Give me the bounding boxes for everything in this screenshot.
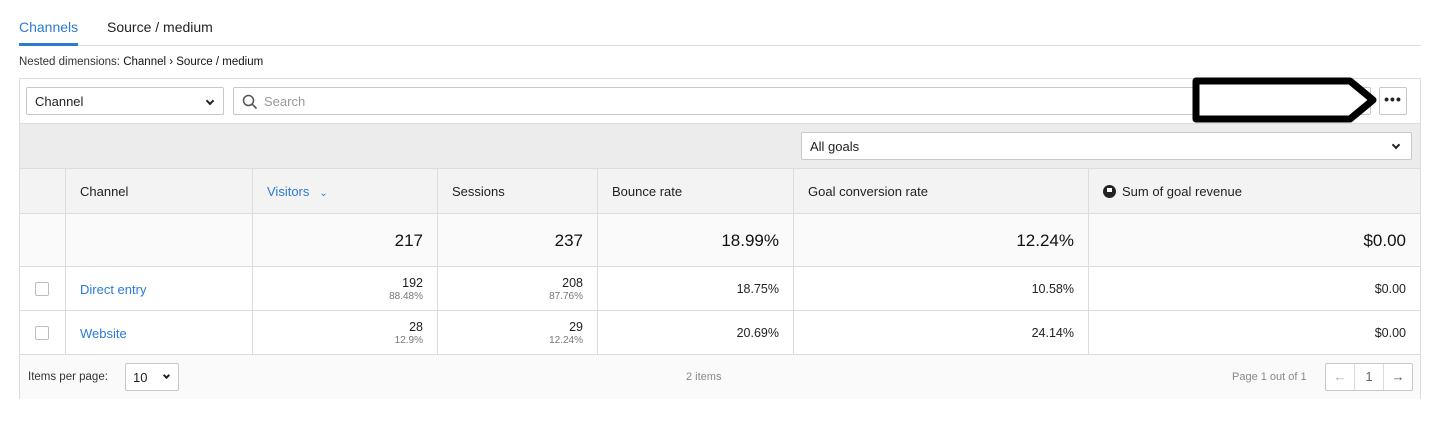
goal-revenue-value: $0.00 bbox=[1374, 326, 1406, 340]
channel-link[interactable]: Website bbox=[80, 326, 127, 341]
redaction-mark bbox=[1192, 77, 1377, 123]
row-checkbox[interactable] bbox=[35, 326, 49, 340]
header-visitors-label: Visitors bbox=[267, 184, 310, 199]
table-header: Channel Visitors ⌄ Sessions Bounce rate G… bbox=[20, 168, 1420, 213]
goal-conversion-value: 10.58% bbox=[1031, 282, 1074, 296]
totals-sessions-cell: 237 bbox=[437, 214, 597, 266]
tab-channels[interactable]: Channels bbox=[19, 19, 78, 35]
table-footer: Items per page: 10 2 items Page 1 out of… bbox=[20, 354, 1420, 399]
header-channel[interactable]: Channel bbox=[65, 169, 252, 213]
header-bounce-rate[interactable]: Bounce rate bbox=[597, 169, 793, 213]
totals-select-cell bbox=[20, 214, 65, 266]
row-conversion-cell: 24.14% bbox=[793, 311, 1088, 354]
row-revenue-cell: $0.00 bbox=[1088, 311, 1420, 354]
totals-visitors-cell: 217 bbox=[252, 214, 437, 266]
sessions-percent: 87.76% bbox=[549, 291, 583, 302]
table-row: Website 28 12.9% 29 12.24% 20.69% 24.14% $… bbox=[20, 310, 1420, 354]
row-visitors-cell: 28 12.9% bbox=[252, 311, 437, 354]
header-sum-goal-revenue-label: Sum of goal revenue bbox=[1122, 184, 1242, 199]
prev-page-arrow-icon[interactable]: ← bbox=[1326, 364, 1355, 390]
goals-select-value: All goals bbox=[810, 139, 860, 154]
page-info: Page 1 out of 1 bbox=[1232, 371, 1307, 383]
next-page-arrow-icon[interactable]: → bbox=[1384, 364, 1412, 390]
row-select-cell bbox=[20, 311, 65, 354]
goals-select[interactable]: All goals bbox=[801, 132, 1412, 160]
row-bounce-cell: 20.69% bbox=[597, 311, 793, 354]
total-bounce-rate: 18.99% bbox=[721, 231, 779, 250]
items-per-page-select[interactable]: 10 bbox=[125, 363, 179, 391]
toolbar: Channel ••• bbox=[20, 77, 1420, 123]
goals-filter-band: All goals bbox=[20, 123, 1420, 168]
items-per-page-label: Items per page: bbox=[28, 371, 108, 383]
totals-conversion-cell: 12.24% bbox=[793, 214, 1088, 266]
chevron-down-icon bbox=[162, 371, 171, 380]
chevron-down-icon bbox=[205, 96, 215, 106]
dimension-select-value: Channel bbox=[35, 94, 84, 109]
totals-bounce-cell: 18.99% bbox=[597, 214, 793, 266]
items-per-page-value: 10 bbox=[133, 370, 148, 385]
header-sum-goal-revenue[interactable]: Sum of goal revenue bbox=[1088, 169, 1420, 213]
goal-revenue-value: $0.00 bbox=[1374, 282, 1406, 296]
visitors-percent: 88.48% bbox=[389, 291, 423, 302]
nested-dimensions: Nested dimensions: Channel › Source / me… bbox=[19, 56, 263, 68]
more-options-button[interactable]: ••• bbox=[1379, 87, 1407, 115]
row-sessions-cell: 208 87.76% bbox=[437, 267, 597, 310]
total-visitors: 217 bbox=[394, 231, 423, 250]
row-channel-cell: Website bbox=[65, 311, 252, 354]
totals-channel-cell bbox=[65, 214, 252, 266]
bounce-rate-value: 18.75% bbox=[736, 282, 779, 296]
row-visitors-cell: 192 88.48% bbox=[252, 267, 437, 310]
row-sessions-cell: 29 12.24% bbox=[437, 311, 597, 354]
visitors-value: 28 bbox=[409, 320, 423, 334]
nested-dimensions-label: Nested dimensions: bbox=[19, 56, 120, 68]
tab-source-medium[interactable]: Source / medium bbox=[107, 19, 213, 35]
row-bounce-cell: 18.75% bbox=[597, 267, 793, 310]
bounce-rate-value: 20.69% bbox=[736, 326, 779, 340]
sessions-percent: 12.24% bbox=[549, 335, 583, 346]
sort-descending-icon[interactable]: ⌄ bbox=[319, 188, 327, 199]
header-sessions[interactable]: Sessions bbox=[437, 169, 597, 213]
row-select-cell bbox=[20, 267, 65, 310]
goal-conversion-value: 24.14% bbox=[1031, 326, 1074, 340]
goal-flag-icon bbox=[1103, 185, 1116, 198]
items-count: 2 items bbox=[686, 371, 722, 383]
pagination: ← 1 → bbox=[1325, 363, 1413, 391]
header-select-column bbox=[20, 169, 65, 213]
row-channel-cell: Direct entry bbox=[65, 267, 252, 310]
row-revenue-cell: $0.00 bbox=[1088, 267, 1420, 310]
visitors-value: 192 bbox=[402, 276, 423, 290]
nested-dimensions-path: Channel › Source / medium bbox=[123, 56, 264, 68]
channel-link[interactable]: Direct entry bbox=[80, 282, 146, 297]
report-panel: Channel ••• All goals Channel Visito bbox=[19, 77, 1421, 399]
visitors-percent: 12.9% bbox=[394, 335, 423, 346]
sessions-value: 208 bbox=[562, 276, 583, 290]
row-checkbox[interactable] bbox=[35, 282, 49, 296]
totals-row: 217 237 18.99% 12.24% $0.00 bbox=[20, 213, 1420, 266]
search-input[interactable] bbox=[264, 88, 1164, 114]
table-row: Direct entry 192 88.48% 208 87.76% 18.75% … bbox=[20, 266, 1420, 310]
header-goal-conversion-rate[interactable]: Goal conversion rate bbox=[793, 169, 1088, 213]
chevron-down-icon bbox=[1391, 140, 1401, 150]
total-sum-goal-revenue: $0.00 bbox=[1363, 231, 1406, 250]
dimension-select[interactable]: Channel bbox=[26, 87, 224, 115]
sessions-value: 29 bbox=[569, 320, 583, 334]
search-icon bbox=[242, 94, 258, 110]
total-goal-conversion-rate: 12.24% bbox=[1016, 231, 1074, 250]
header-visitors[interactable]: Visitors ⌄ bbox=[252, 169, 437, 213]
totals-revenue-cell: $0.00 bbox=[1088, 214, 1420, 266]
active-tab-indicator bbox=[19, 43, 78, 46]
total-sessions: 237 bbox=[554, 231, 583, 250]
tab-bar: Channels Source / medium bbox=[19, 0, 1421, 46]
current-page-number[interactable]: 1 bbox=[1355, 364, 1384, 390]
row-conversion-cell: 10.58% bbox=[793, 267, 1088, 310]
